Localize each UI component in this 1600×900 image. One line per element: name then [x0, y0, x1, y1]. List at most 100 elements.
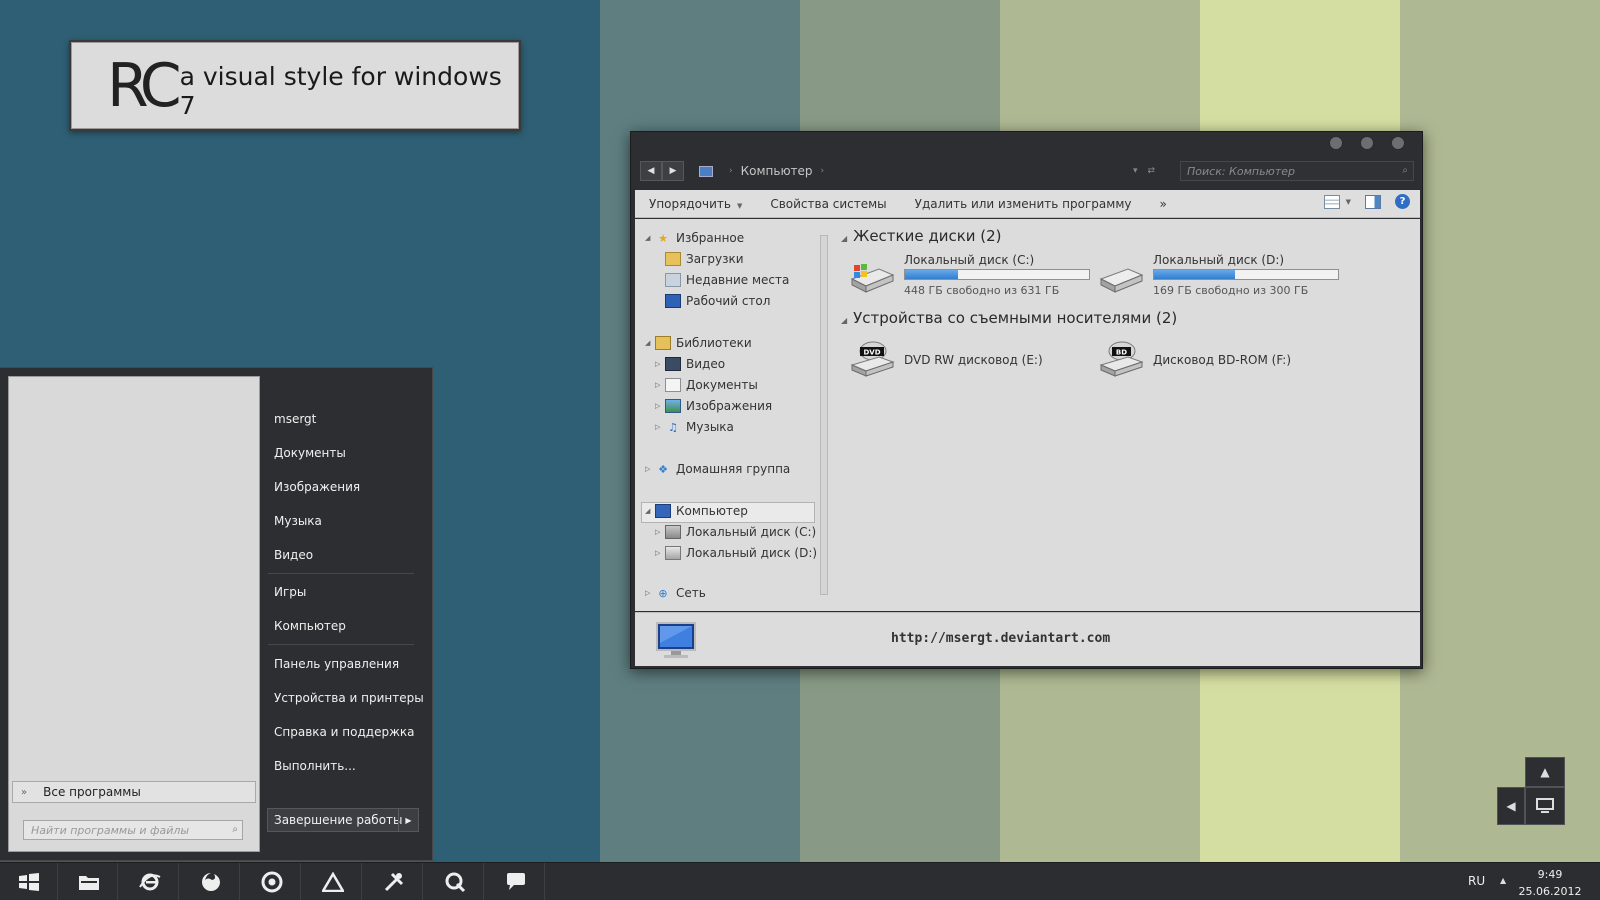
nav-desktop[interactable]: Рабочий стол — [665, 294, 770, 308]
start-item-run[interactable]: Выполнить... — [274, 759, 356, 773]
collapse-triangle-icon[interactable]: ◢ — [645, 234, 655, 242]
taskbar-chat-button[interactable] — [487, 863, 545, 900]
nav-documents[interactable]: ▷ Документы — [655, 378, 758, 392]
nav-computer[interactable]: ◢ Компьютер — [645, 504, 748, 518]
all-programs-button[interactable]: » Все программы — [12, 781, 256, 803]
breadcrumb-computer[interactable]: Компьютер — [741, 164, 813, 178]
rc-logo-banner: RC a visual style for windows 7 — [69, 40, 521, 131]
organize-label: Упорядочить — [649, 196, 731, 211]
drive-d-tile[interactable]: Локальный диск (D:) 169 ГБ свободно из 3… — [1098, 253, 1348, 305]
arrow-left-icon: ◀ — [1506, 799, 1516, 813]
nav-images[interactable]: ▷ Изображения — [655, 399, 772, 413]
taskbar-chrome-button[interactable] — [243, 863, 301, 900]
taskbar-quicktime-button[interactable] — [426, 863, 484, 900]
start-item-computer[interactable]: Компьютер — [274, 619, 346, 633]
start-search-input[interactable]: Найти программы и файлы ⌕ — [23, 820, 243, 840]
computer-icon — [699, 165, 713, 177]
navigation-scrollbar[interactable] — [820, 235, 828, 595]
nav-up-button[interactable]: ▲ — [1525, 757, 1565, 787]
start-item-music[interactable]: Музыка — [274, 514, 322, 528]
group-header-removable[interactable]: ◢ Устройства со съемными носителями (2) — [841, 309, 1177, 327]
start-item-images[interactable]: Изображения — [274, 480, 360, 494]
preview-pane-icon[interactable] — [1365, 194, 1381, 209]
start-item-documents[interactable]: Документы — [274, 446, 346, 460]
start-item-help[interactable]: Справка и поддержка — [274, 725, 415, 739]
close-button[interactable] — [1391, 136, 1405, 150]
start-item-games[interactable]: Игры — [274, 585, 306, 599]
triangle-app-icon — [321, 872, 344, 892]
address-dropdown-icon[interactable]: ▾ — [1133, 166, 1138, 176]
nav-homegroup[interactable]: ▷ ❖ Домашняя группа — [645, 462, 790, 476]
start-item-devices-printers[interactable]: Устройства и принтеры — [274, 691, 424, 705]
expand-triangle-icon[interactable]: ▷ — [645, 589, 655, 597]
nav-network[interactable]: ▷ ⊕ Сеть — [645, 586, 706, 600]
search-icon: ⌕ — [232, 824, 238, 835]
collapse-triangle-icon[interactable]: ◢ — [645, 339, 655, 347]
drive-c-tile[interactable]: Локальный диск (C:) 448 ГБ свободно из 6… — [849, 253, 1099, 305]
minimize-button[interactable] — [1329, 136, 1343, 150]
start-button[interactable] — [0, 863, 58, 900]
collapse-triangle-icon[interactable]: ◢ — [645, 507, 655, 515]
tray-clock[interactable]: 9:49 25.06.2012 — [1514, 866, 1586, 900]
start-item-user[interactable]: msergt — [274, 412, 316, 426]
group-header-hard-drives[interactable]: ◢ Жесткие диски (2) — [841, 227, 1002, 245]
expand-triangle-icon[interactable]: ▷ — [645, 465, 655, 473]
downloads-folder-icon — [665, 252, 681, 266]
change-view-button[interactable]: ▼ — [1323, 194, 1351, 209]
taskbar-ie-button[interactable] — [121, 863, 179, 900]
group-removable-label: Устройства со съемными носителями (2) — [853, 309, 1178, 327]
nav-video[interactable]: ▷ Видео — [655, 357, 725, 371]
language-indicator[interactable]: RU — [1468, 874, 1485, 888]
drive-c-name: Локальный диск (C:) — [904, 253, 1035, 267]
shutdown-label: Завершение работы — [274, 813, 403, 827]
maximize-button[interactable] — [1360, 136, 1374, 150]
group-hard-drives-label: Жесткие диски (2) — [853, 227, 1002, 245]
nav-libraries[interactable]: ◢ Библиотеки — [645, 336, 752, 350]
forward-button[interactable]: ▶ — [662, 161, 684, 181]
explorer-search-input[interactable]: Поиск: Компьютер ⌕ — [1180, 161, 1414, 181]
expand-triangle-icon[interactable]: ▷ — [655, 360, 665, 368]
shutdown-button[interactable]: Завершение работы ▶ — [267, 808, 419, 832]
taskbar-tools-button[interactable] — [365, 863, 423, 900]
clock-time: 9:49 — [1537, 868, 1563, 881]
taskbar-firefox-button[interactable] — [182, 863, 240, 900]
nav-downloads[interactable]: Загрузки — [665, 252, 744, 266]
uninstall-program-button[interactable]: Удалить или изменить программу — [901, 197, 1146, 211]
explorer-body: ◢ ★ Избранное Загрузки Недавние места Рабо… — [635, 219, 1420, 611]
nav-computer-label: Компьютер — [676, 504, 748, 518]
details-url: http://msergt.deviantart.com — [891, 631, 1111, 646]
shutdown-options-arrow-icon[interactable]: ▶ — [398, 809, 418, 831]
taskbar-explorer-button[interactable] — [60, 863, 118, 900]
refresh-icon[interactable]: ⇄ — [1148, 166, 1156, 176]
start-item-video[interactable]: Видео — [274, 548, 313, 562]
internet-explorer-icon — [138, 873, 161, 891]
dvd-drive-tile[interactable]: DVD DVD RW дисковод (E:) — [849, 335, 1099, 387]
expand-triangle-icon[interactable]: ▷ — [655, 528, 665, 536]
libraries-icon — [655, 336, 671, 350]
drive-c-usage-bar — [904, 269, 1090, 280]
nav-left-button[interactable]: ◀ — [1497, 787, 1525, 825]
help-icon[interactable]: ? — [1395, 194, 1410, 209]
chat-icon — [506, 873, 525, 890]
more-commands-button[interactable]: » — [1145, 197, 1180, 211]
expand-triangle-icon[interactable]: ▷ — [655, 381, 665, 389]
nav-music[interactable]: ▷ ♫ Музыка — [655, 420, 734, 434]
expand-triangle-icon[interactable]: ▷ — [655, 423, 665, 431]
quicktime-icon — [445, 872, 465, 893]
organize-button[interactable]: Упорядочить ▼ — [635, 197, 756, 211]
collapse-triangle-icon: ◢ — [841, 234, 848, 243]
nav-recent-places[interactable]: Недавние места — [665, 273, 789, 287]
nav-favorites[interactable]: ◢ ★ Избранное — [645, 231, 744, 245]
nav-drive-c[interactable]: ▷ Локальный диск (C:) — [655, 525, 816, 539]
back-button[interactable]: ◀ — [640, 161, 662, 181]
show-hidden-icons-icon[interactable]: ▲ — [1500, 876, 1506, 885]
expand-triangle-icon[interactable]: ▷ — [655, 402, 665, 410]
nav-drive-d[interactable]: ▷ Локальный диск (D:) — [655, 546, 817, 560]
start-item-control-panel[interactable]: Панель управления — [274, 657, 399, 671]
address-bar[interactable]: › Компьютер › — [699, 161, 1161, 181]
system-properties-button[interactable]: Свойства системы — [756, 197, 900, 211]
taskbar-triangle-app-button[interactable] — [304, 863, 362, 900]
show-desktop-button[interactable] — [1525, 787, 1565, 825]
expand-triangle-icon[interactable]: ▷ — [655, 549, 665, 557]
bd-drive-tile[interactable]: BD Дисковод BD-ROM (F:) — [1098, 335, 1348, 387]
